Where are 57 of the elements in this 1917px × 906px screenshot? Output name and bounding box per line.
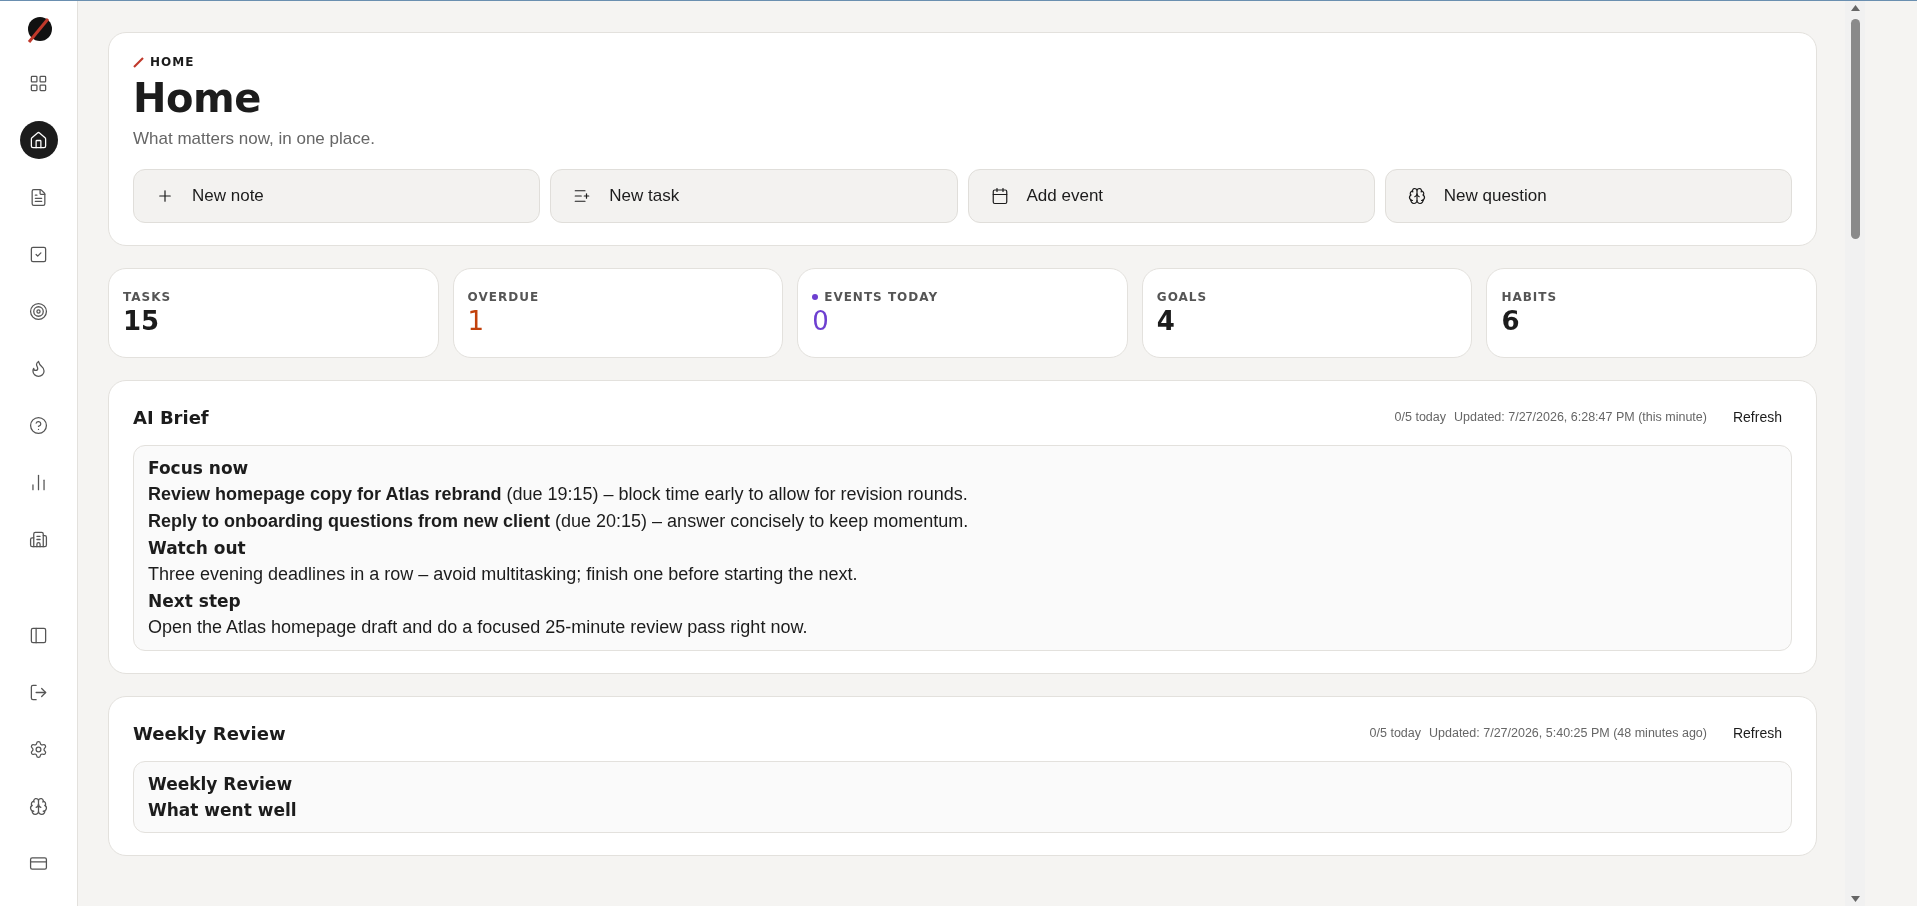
sidebar-nav-button[interactable] (19, 121, 58, 159)
stat-value: 15 (123, 306, 161, 336)
quick-action-button[interactable]: New question (1384, 169, 1792, 223)
stat-label: GOALS (1156, 290, 1208, 304)
refresh-button[interactable]: Refresh (1722, 403, 1792, 431)
scrollbar-thumb[interactable] (1850, 19, 1860, 239)
bar-chart-icon (29, 472, 48, 492)
logout-icon (29, 682, 48, 702)
updated-time: Updated: 7/27/2026, 6:28:47 PM (this minute) (1454, 410, 1707, 424)
scrollbar[interactable] (1845, 1, 1865, 906)
brain-icon (1407, 187, 1426, 205)
document-icon (29, 187, 48, 207)
list-plus-icon (573, 187, 592, 205)
stat-label: OVERDUE (467, 290, 540, 304)
refresh-button[interactable]: Refresh (1722, 719, 1792, 747)
usage-count: 0/5 today (1369, 726, 1421, 740)
stat-label: HABITS (1501, 290, 1558, 304)
brief-paragraph: Review homepage copy for Atlas rebrand (due 19:15) – block time early to allow for revision rounds. (148, 484, 969, 505)
stat-value: 6 (1501, 306, 1521, 336)
page-subtitle: What matters now, in one place. (133, 129, 376, 149)
updated-time: Updated: 7/27/2026, 5:40:25 PM (48 minutes ago) (1429, 726, 1707, 740)
panel-icon (29, 625, 48, 645)
card-title: Weekly Review (133, 722, 287, 744)
help-icon (29, 415, 48, 435)
pencil-stroke-icon (133, 56, 144, 68)
flame-icon (29, 358, 48, 378)
scroll-up-icon[interactable] (1850, 5, 1860, 11)
brief-paragraph: Open the Atlas homepage draft and do a focused 25-minute review pass right now. (148, 617, 809, 638)
calendar-icon (990, 187, 1009, 205)
brain-icon (29, 796, 48, 816)
page-title: Home (133, 75, 262, 121)
section-heading: Weekly Review (148, 774, 294, 794)
section-heading: What went well (148, 800, 298, 820)
quick-action-button[interactable]: Add event (967, 169, 1375, 223)
grid-icon (29, 73, 48, 93)
section-heading: Next step (148, 591, 242, 611)
section-heading: Focus now (148, 458, 250, 478)
stat-label: TASKS (123, 290, 172, 304)
settings-icon (29, 739, 48, 759)
home-icon (29, 130, 48, 150)
eyebrow-label: HOME (150, 55, 195, 69)
stat-value: 4 (1156, 306, 1176, 336)
plus-icon (156, 187, 174, 205)
brief-paragraph: Reply to onboarding questions from new client (due 20:15) – answer concisely to keep momentum. (148, 511, 970, 532)
target-icon (29, 301, 48, 321)
quick-action-button[interactable]: New note (133, 169, 541, 223)
quick-action-button[interactable]: New task (550, 169, 958, 223)
brief-paragraph: Three evening deadlines in a row – avoid multitasking; finish one before starting the next. (148, 564, 859, 585)
card-title: AI Brief (133, 406, 210, 428)
section-heading: Watch out (148, 538, 247, 558)
stat-label: EVENTS TODAY (824, 290, 939, 304)
stat-value: 1 (467, 306, 486, 336)
scroll-down-icon[interactable] (1850, 896, 1860, 902)
checkbox-icon (29, 244, 48, 264)
building-icon (29, 529, 48, 549)
stat-value: 0 (812, 306, 830, 336)
usage-count: 0/5 today (1394, 410, 1447, 424)
